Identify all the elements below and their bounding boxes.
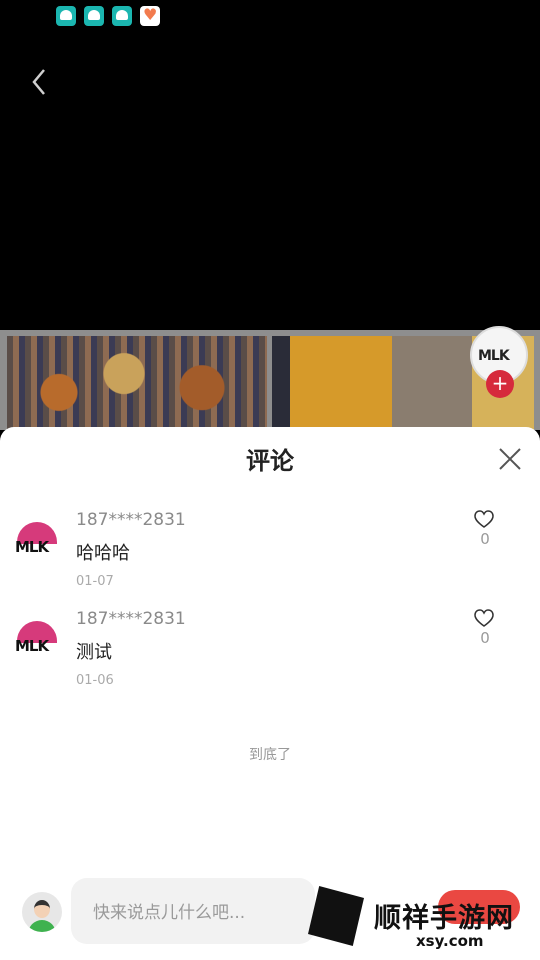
watermark-url: xsy.com xyxy=(416,932,484,950)
comment-username: 187****2831 xyxy=(76,510,186,530)
comment-item: MLK 187****2831 测试 01-06 0 xyxy=(0,609,540,705)
comment-username: 187****2831 xyxy=(76,609,186,629)
app-icon-3 xyxy=(112,6,132,26)
avatar xyxy=(22,892,62,932)
close-button[interactable] xyxy=(494,443,526,475)
sheet-title: 评论 xyxy=(246,447,294,475)
app-icon-1 xyxy=(56,6,76,26)
heart-app-icon xyxy=(140,5,160,26)
watermark-logo xyxy=(308,886,364,946)
video-thumbnail[interactable] xyxy=(7,336,267,430)
video-thumbnail-strip xyxy=(0,330,540,430)
app-icon-2 xyxy=(84,6,104,26)
status-bar xyxy=(0,0,540,32)
creator-logo: MLK xyxy=(478,348,510,364)
watermark-text: 顺祥手游网 xyxy=(374,903,514,934)
avatar[interactable]: MLK xyxy=(14,520,60,566)
comment-text: 哈哈哈 xyxy=(76,543,130,564)
comment-date: 01-06 xyxy=(76,673,114,688)
comment-text: 测试 xyxy=(76,642,112,663)
back-button[interactable] xyxy=(22,62,58,102)
avatar[interactable]: MLK xyxy=(14,619,60,665)
follow-button[interactable]: + xyxy=(486,370,514,398)
chevron-left-icon xyxy=(32,69,45,95)
watermark: 顺祥手游网 xsy.com xyxy=(308,880,540,960)
avatar-logo: MLK xyxy=(15,637,49,655)
video-player[interactable] xyxy=(0,0,540,330)
heart-icon[interactable] xyxy=(474,510,494,530)
comment-input-placeholder: 快来说点儿什么吧... xyxy=(93,903,246,923)
comment-date: 01-07 xyxy=(76,574,114,589)
avatar-logo: MLK xyxy=(15,538,49,556)
close-icon xyxy=(499,448,521,470)
like-count: 0 xyxy=(480,530,490,548)
comment-item: MLK 187****2831 哈哈哈 01-07 0 xyxy=(0,510,540,606)
comment-input[interactable]: 快来说点儿什么吧... xyxy=(71,878,315,944)
end-of-list-text: 到底了 xyxy=(249,747,291,763)
like-count: 0 xyxy=(480,629,490,647)
heart-icon[interactable] xyxy=(474,609,494,629)
